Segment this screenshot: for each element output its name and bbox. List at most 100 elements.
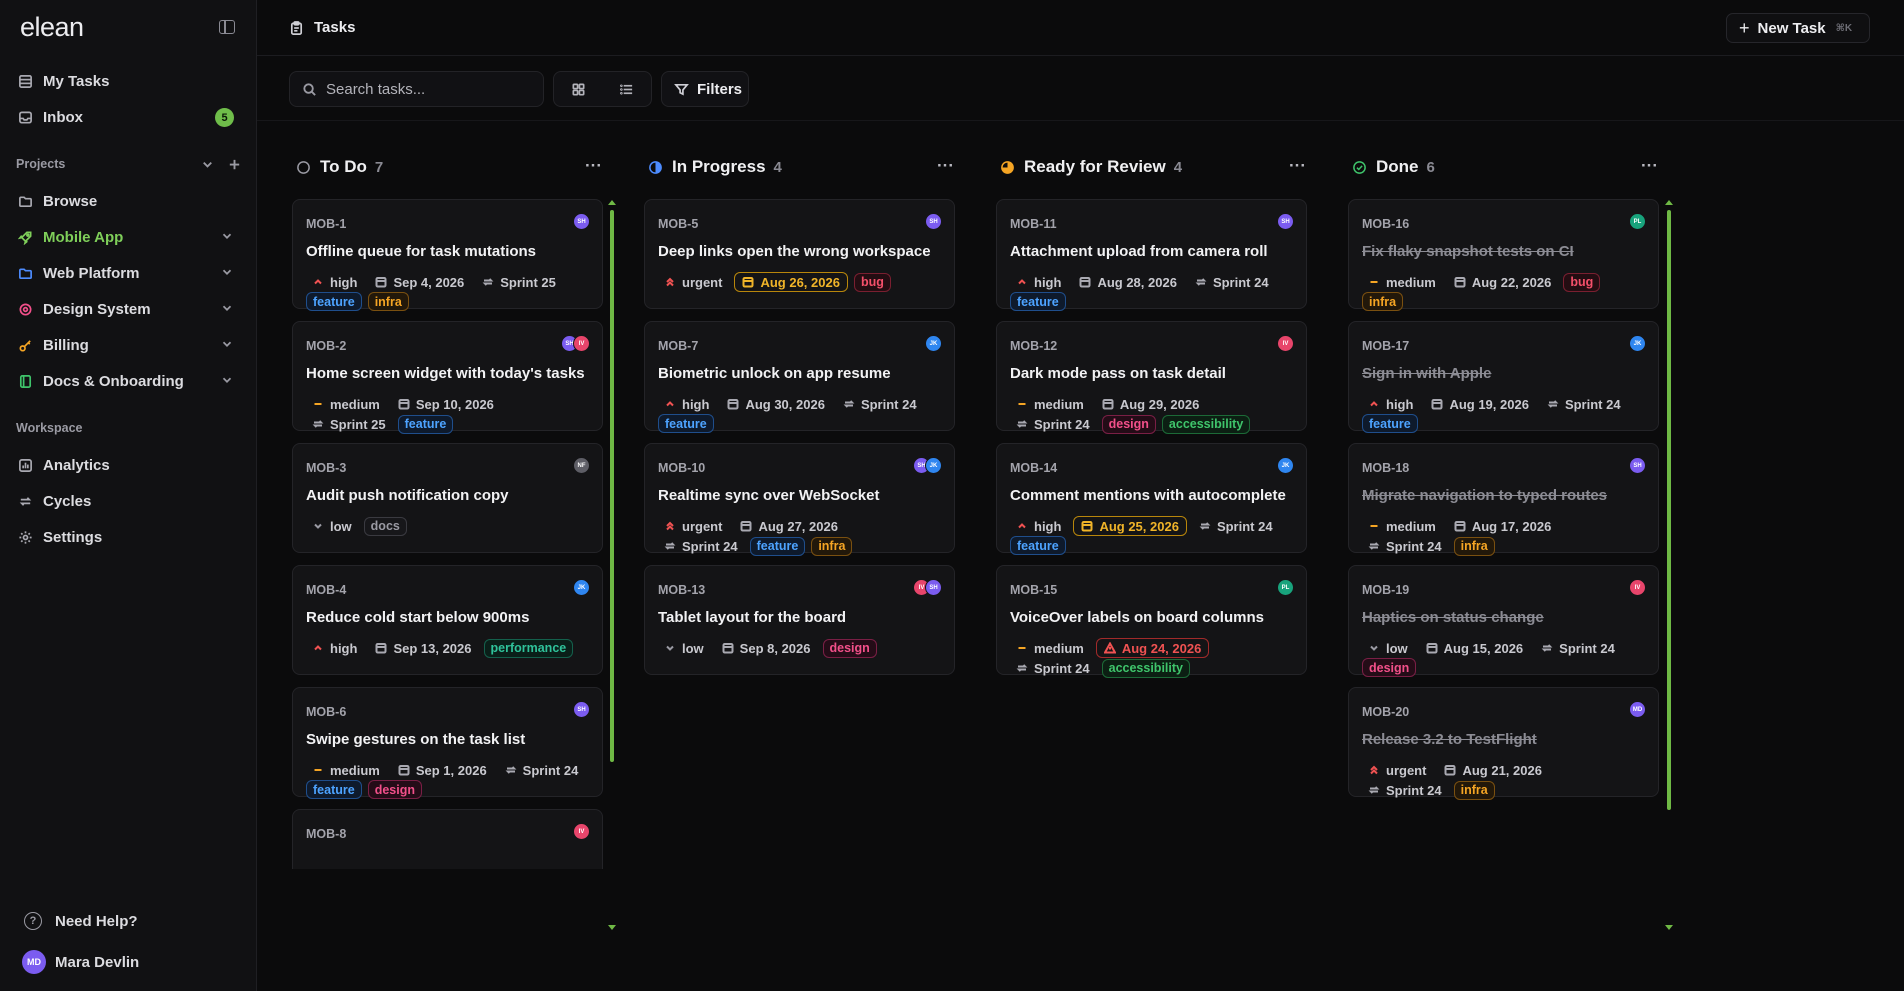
task-card[interactable]: MOB-19 IV Haptics on status change low Aug 1…	[1348, 565, 1659, 677]
filters-button[interactable]: Filters	[661, 71, 749, 107]
task-card[interactable]: MOB-4 JK Reduce cold start below 900ms high…	[292, 565, 603, 675]
tag-feature[interactable]: feature	[658, 414, 714, 433]
new-task-button[interactable]: + New Task ⌘K	[1726, 13, 1870, 43]
sprint-chip[interactable]: Sprint 25	[306, 414, 392, 434]
sidebar-item-my-tasks[interactable]: My Tasks	[8, 65, 248, 97]
tag-feature[interactable]: feature	[397, 414, 454, 434]
due-date-chip[interactable]: Aug 19, 2026	[1425, 394, 1535, 414]
task-card[interactable]: MOB-10 SH JK Realtime sync over WebSocket ur…	[644, 443, 955, 556]
sidebar-item-mobile-app[interactable]: Mobile App	[8, 221, 248, 253]
scroll-up-arrow[interactable]	[608, 200, 616, 205]
priority-chip[interactable]: urgent	[658, 272, 728, 292]
sprint-chip[interactable]: Sprint 24	[837, 394, 923, 414]
tag-bug[interactable]: bug	[1563, 272, 1601, 292]
task-card[interactable]: MOB-8 IV	[292, 809, 603, 869]
task-card[interactable]: MOB-15 PL VoiceOver labels on board column…	[996, 565, 1307, 678]
due-date-chip[interactable]: Aug 25, 2026	[1073, 516, 1187, 536]
due-date-chip[interactable]: Aug 22, 2026	[1448, 272, 1558, 292]
scroll-down-arrow[interactable]	[1665, 925, 1673, 930]
task-card[interactable]: MOB-20 MD Release 3.2 to TestFlight urgent A…	[1348, 687, 1659, 800]
due-date-chip[interactable]: Aug 21, 2026	[1438, 760, 1548, 780]
tag-infra[interactable]: infra	[811, 536, 853, 556]
tag-performance[interactable]: performance	[483, 638, 574, 658]
task-card[interactable]: MOB-7 JK Biometric unlock on app resume hig…	[644, 321, 955, 433]
due-date-chip[interactable]: Sep 8, 2026	[716, 638, 817, 658]
tag-infra[interactable]: infra	[1453, 780, 1495, 800]
task-card[interactable]: MOB-5 SH Deep links open the wrong workspa…	[644, 199, 955, 309]
due-date-chip[interactable]: Aug 27, 2026	[734, 516, 844, 536]
board-view-button[interactable]	[554, 82, 603, 97]
app-logo[interactable]: elean	[20, 12, 84, 43]
due-date-chip[interactable]: Aug 24, 2026	[1095, 638, 1210, 658]
tag-bug[interactable]: bug	[853, 272, 891, 292]
due-date-chip[interactable]: Aug 15, 2026	[1420, 638, 1530, 658]
due-date-chip[interactable]: Sep 4, 2026	[369, 272, 470, 292]
due-date-chip[interactable]: Aug 17, 2026	[1448, 516, 1558, 536]
due-date-chip[interactable]: Sep 1, 2026	[392, 760, 493, 780]
sprint-chip[interactable]: Sprint 24	[1535, 638, 1621, 658]
chevron-down-icon[interactable]	[220, 229, 234, 247]
task-card[interactable]: MOB-1 SH Offline queue for task mutations h…	[292, 199, 603, 311]
due-date-chip[interactable]: Aug 29, 2026	[1096, 394, 1206, 414]
sidebar-item-web-platform[interactable]: Web Platform	[8, 257, 248, 289]
sprint-chip[interactable]: Sprint 24	[1541, 394, 1627, 414]
user-profile[interactable]: MD Mara Devlin	[22, 950, 139, 974]
task-card[interactable]: MOB-18 SH Migrate navigation to typed rout…	[1348, 443, 1659, 556]
task-card[interactable]: MOB-3 NF Audit push notification copy low do…	[292, 443, 603, 553]
due-date-chip[interactable]: Sep 10, 2026	[392, 394, 500, 414]
scrollbar-thumb[interactable]	[1667, 210, 1671, 810]
tag-design[interactable]: design	[1101, 414, 1156, 434]
priority-chip[interactable]: high	[306, 272, 363, 292]
sprint-chip[interactable]: Sprint 24	[1010, 658, 1096, 678]
due-date-chip[interactable]: Aug 26, 2026	[734, 272, 848, 292]
tag-infra[interactable]: infra	[1453, 536, 1495, 556]
tag-accessibility[interactable]: accessibility	[1101, 658, 1190, 678]
tag-feature[interactable]: feature	[306, 292, 362, 311]
more-options-icon[interactable]: ···	[937, 156, 954, 176]
scroll-down-arrow[interactable]	[608, 925, 616, 930]
sprint-chip[interactable]: Sprint 25	[476, 272, 562, 292]
priority-chip[interactable]: medium	[1010, 638, 1090, 658]
task-card[interactable]: MOB-6 SH Swipe gestures on the task list me…	[292, 687, 603, 799]
tag-infra[interactable]: infra	[367, 292, 409, 311]
sprint-chip[interactable]: Sprint 24	[1193, 516, 1279, 536]
tag-design[interactable]: design	[367, 780, 422, 799]
sidebar-toggle-icon[interactable]	[219, 20, 235, 34]
task-card[interactable]: MOB-11 SH Attachment upload from camera ro…	[996, 199, 1307, 311]
task-card[interactable]: MOB-13 IV SH Tablet layout for the board low…	[644, 565, 955, 675]
task-card[interactable]: MOB-17 JK Sign in with Apple high Aug 19, 20…	[1348, 321, 1659, 433]
priority-chip[interactable]: medium	[306, 760, 386, 780]
chevron-down-icon[interactable]	[200, 157, 215, 172]
chevron-down-icon[interactable]	[220, 337, 234, 355]
sidebar-item-design-system[interactable]: Design System	[8, 293, 248, 325]
sidebar-item-inbox[interactable]: Inbox 5	[8, 101, 248, 133]
priority-chip[interactable]: low	[306, 516, 358, 536]
priority-chip[interactable]: medium	[1362, 516, 1442, 536]
sidebar-item-settings[interactable]: Settings	[8, 521, 248, 553]
tag-infra[interactable]: infra	[1362, 292, 1404, 311]
tag-accessibility[interactable]: accessibility	[1161, 414, 1251, 434]
chevron-down-icon[interactable]	[220, 301, 234, 319]
priority-chip[interactable]: urgent	[1362, 760, 1432, 780]
priority-chip[interactable]: high	[1362, 394, 1419, 414]
search-input[interactable]	[326, 80, 526, 98]
chevron-down-icon[interactable]	[220, 373, 234, 391]
sidebar-item-docs-onboarding[interactable]: Docs & Onboarding	[8, 365, 248, 397]
sprint-chip[interactable]: Sprint 24	[1010, 414, 1096, 434]
priority-chip[interactable]: high	[1010, 272, 1067, 292]
task-card[interactable]: MOB-16 PL Fix flaky snapshot tests on CI me…	[1348, 199, 1659, 311]
scrollbar-thumb[interactable]	[610, 210, 614, 762]
help-link[interactable]: ? Need Help?	[24, 912, 138, 930]
task-card[interactable]: MOB-2 SH IV Home screen widget with today's…	[292, 321, 603, 434]
tag-feature[interactable]: feature	[1362, 414, 1418, 433]
more-options-icon[interactable]: ···	[585, 156, 602, 176]
chevron-down-icon[interactable]	[220, 265, 234, 283]
tag-feature[interactable]: feature	[306, 780, 362, 799]
sprint-chip[interactable]: Sprint 24	[499, 760, 585, 780]
due-date-chip[interactable]: Aug 30, 2026	[721, 394, 831, 414]
priority-chip[interactable]: high	[306, 638, 363, 658]
task-card[interactable]: MOB-12 IV Dark mode pass on task detail med…	[996, 321, 1307, 434]
due-date-chip[interactable]: Aug 28, 2026	[1073, 272, 1183, 292]
sidebar-item-browse[interactable]: Browse	[8, 185, 248, 217]
priority-chip[interactable]: low	[658, 638, 710, 658]
